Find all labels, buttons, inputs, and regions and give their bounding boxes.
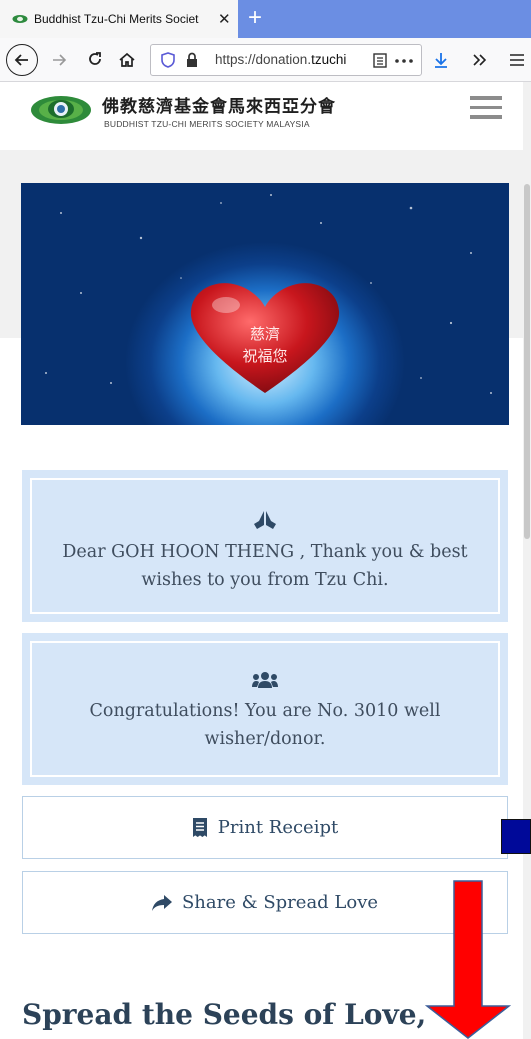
donor-count-card-inner: Congratulations! You are No. 3010 well w… [30,641,500,777]
thank-you-card-inner: Dear GOH HOON THENG , Thank you & best w… [30,478,500,614]
back-arrow-icon [14,54,28,66]
tab-close-icon[interactable]: ✕ [218,10,231,28]
share-arrow-icon [151,894,172,911]
tab-title: Buddhist Tzu-Chi Merits Societ [34,12,199,26]
browser-tab[interactable]: Buddhist Tzu-Chi Merits Societ ✕ [0,0,238,38]
heart-banner-image: 慈濟 祝福您 [21,183,509,425]
browser-toolbar: https://donation.tzuchi [0,38,531,82]
print-receipt-button[interactable]: Print Receipt [22,796,508,859]
menu-bar [470,105,502,109]
forward-button[interactable] [46,47,72,73]
downloads-button[interactable] [428,47,454,73]
reader-view-icon[interactable] [373,53,387,68]
page-actions-icon[interactable] [395,59,413,63]
logo-english-name: BUDDHIST TZU-CHI MERITS SOCIETY MALAYSIA [104,119,310,129]
chevron-double-right-icon [473,54,487,66]
lock-icon[interactable] [185,52,199,68]
donor-number-message: Congratulations! You are No. 3010 well w… [89,701,441,749]
new-tab-button[interactable]: + [248,5,262,31]
menu-bar [470,115,502,119]
download-icon [435,53,447,68]
url-bar[interactable]: https://donation.tzuchi [150,44,422,76]
home-icon [119,52,135,67]
receipt-icon [192,818,207,837]
down-arrow-annotation [425,880,511,1039]
overflow-menu-button[interactable] [466,47,492,73]
site-header: 佛教慈濟基金會馬來西亞分會 BUDDHIST TZU-CHI MERITS SO… [0,82,523,150]
print-receipt-label: Print Receipt [217,817,339,838]
tzu-chi-logo-icon[interactable] [30,92,92,128]
tzu-chi-favicon-icon [12,15,28,23]
reload-icon [89,52,101,65]
annotation-square [501,819,531,854]
site-menu-button[interactable] [470,96,502,122]
share-label: Share & Spread Love [181,892,379,913]
browser-tab-strip: Buddhist Tzu-Chi Merits Societ ✕ + [0,0,531,38]
url-text[interactable]: https://donation.tzuchi [215,52,365,67]
back-button[interactable] [6,44,38,76]
heart-text-line2: 祝福您 [242,347,288,365]
users-icon [252,672,278,688]
thank-you-card: Dear GOH HOON THENG , Thank you & best w… [22,470,508,622]
donor-count-card: Congratulations! You are No. 3010 well w… [22,633,508,785]
menu-bar [470,96,502,100]
logo-chinese-name: 佛教慈濟基金會馬來西亞分會 [102,97,336,117]
shield-icon[interactable] [161,52,175,68]
reload-button[interactable] [82,47,108,73]
praying-hands-icon [254,511,276,529]
home-button[interactable] [114,47,140,73]
section-heading: Spread the Seeds of Love, [22,998,427,1031]
thank-you-message: Dear GOH HOON THENG , Thank you & best w… [62,542,468,590]
forward-arrow-icon [53,54,67,66]
scrollbar-thumb[interactable] [524,184,530,539]
hamburger-menu-icon [510,54,524,66]
heart-text-line1: 慈濟 [249,325,280,343]
page-scrollbar[interactable] [523,82,531,1039]
heart-illustration [45,194,492,394]
app-menu-button[interactable] [504,47,530,73]
